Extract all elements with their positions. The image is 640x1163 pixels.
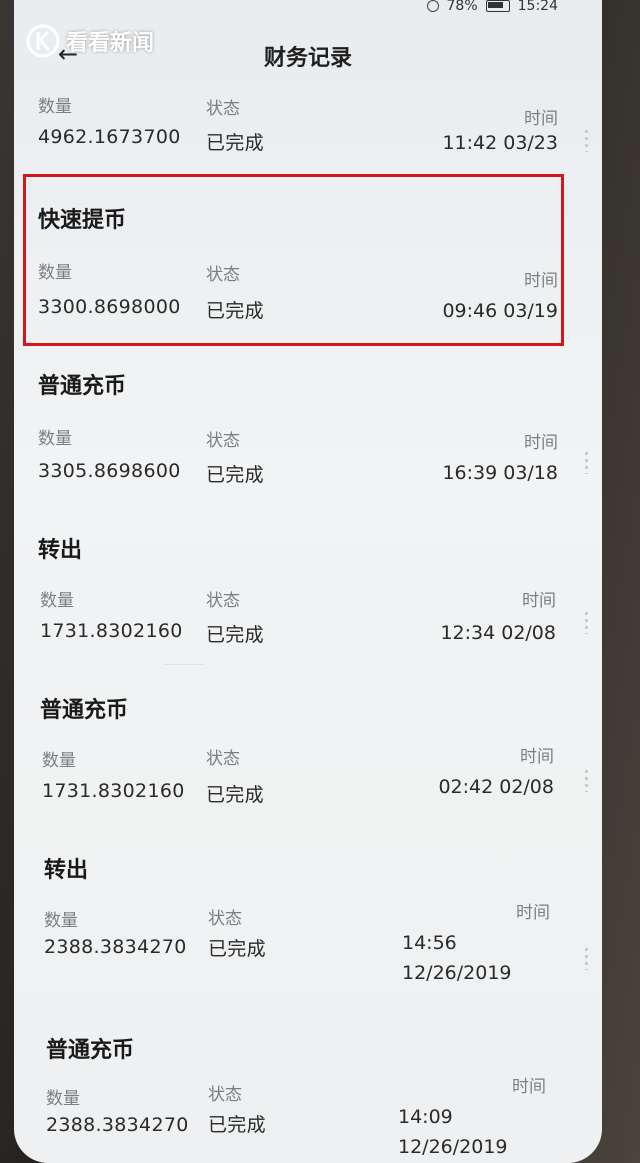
status-value: 已完成 bbox=[206, 464, 264, 486]
highlight-box bbox=[23, 174, 564, 346]
record-type: 转出 bbox=[38, 538, 83, 563]
phone-screen: 78% 15:24 ← 财务记录 数量 状态 时间 4962.1673700 已… bbox=[14, 0, 602, 1163]
kankan-logo-icon bbox=[26, 24, 60, 58]
status-value: 已完成 bbox=[206, 624, 264, 646]
time-value-line1: 14:56 bbox=[402, 932, 457, 954]
time-label: 时间 bbox=[516, 903, 550, 923]
time-label: 时间 bbox=[524, 433, 558, 453]
status-value: 已完成 bbox=[206, 132, 264, 154]
time-label: 时间 bbox=[512, 1077, 546, 1097]
amount-label: 数量 bbox=[38, 429, 72, 449]
status-value: 已完成 bbox=[206, 784, 264, 806]
time-label: 时间 bbox=[524, 109, 558, 129]
scroll-dots bbox=[585, 130, 588, 152]
amount-value: 4962.1673700 bbox=[38, 126, 181, 148]
status-value: 已完成 bbox=[208, 938, 266, 960]
record-item[interactable]: 转出 数量 状态 时间 1731.8302160 已完成 12:34 02/08 bbox=[24, 530, 574, 670]
record-item[interactable]: 转出 数量 状态 时间 2388.3834270 已完成 14:56 12/26… bbox=[24, 850, 574, 1000]
amount-value: 2388.3834270 bbox=[44, 936, 187, 958]
scroll-dots bbox=[585, 948, 588, 970]
record-item[interactable]: 普通充币 数量 状态 时间 1731.8302160 已完成 02:42 02/… bbox=[24, 690, 574, 830]
amount-label: 数量 bbox=[44, 911, 78, 931]
time-value: 16:39 03/18 bbox=[442, 462, 558, 484]
amount-label: 数量 bbox=[46, 1089, 80, 1109]
scroll-dots bbox=[585, 452, 588, 474]
scroll-dots bbox=[585, 612, 588, 634]
battery-percent: 78% bbox=[446, 0, 478, 14]
time-value-line2: 12/26/2019 bbox=[402, 962, 512, 984]
battery-icon bbox=[485, 0, 510, 12]
time-value-line2: 12/26/2019 bbox=[398, 1136, 508, 1158]
time-value: 02:42 02/08 bbox=[438, 776, 554, 798]
time-value: 12:34 02/08 bbox=[440, 622, 556, 644]
amount-label: 数量 bbox=[38, 97, 72, 117]
record-type: 普通充币 bbox=[46, 1038, 135, 1063]
status-label: 状态 bbox=[206, 749, 240, 769]
amount-value: 1731.8302160 bbox=[42, 780, 185, 802]
divider bbox=[164, 664, 204, 665]
status-value: 已完成 bbox=[208, 1114, 266, 1136]
status-clock: 15:24 bbox=[517, 0, 558, 14]
amount-label: 数量 bbox=[42, 751, 76, 771]
status-label: 状态 bbox=[206, 591, 240, 611]
amount-label: 数量 bbox=[40, 591, 74, 611]
record-item[interactable]: 普通充币 数量 状态 时间 3305.8698600 已完成 16:39 03/… bbox=[24, 366, 574, 506]
record-type: 转出 bbox=[44, 858, 89, 883]
time-value-line1: 14:09 bbox=[398, 1106, 453, 1128]
time-value: 14:09 12/26/2019 bbox=[398, 1102, 508, 1162]
record-item[interactable]: 普通充币 数量 状态 时间 2388.3834270 已完成 14:09 12/… bbox=[24, 1030, 574, 1163]
status-bar: 78% 15:24 bbox=[14, 0, 602, 18]
time-value: 14:56 12/26/2019 bbox=[402, 928, 512, 988]
alarm-icon bbox=[426, 0, 439, 12]
record-type: 普通充币 bbox=[40, 698, 129, 723]
time-label: 时间 bbox=[522, 591, 556, 611]
watermark-text: 看看新闻 bbox=[66, 31, 155, 56]
record-type: 普通充币 bbox=[38, 374, 127, 399]
amount-value: 3305.8698600 bbox=[38, 460, 181, 482]
status-label: 状态 bbox=[208, 909, 242, 929]
time-value: 11:42 03/23 bbox=[442, 132, 558, 154]
watermark: 看看新闻 bbox=[26, 24, 154, 58]
scroll-dots bbox=[585, 770, 588, 792]
amount-value: 2388.3834270 bbox=[46, 1114, 189, 1136]
status-label: 状态 bbox=[208, 1085, 242, 1105]
status-bar-right: 78% 15:24 bbox=[426, 0, 558, 14]
phone-frame: 78% 15:24 ← 财务记录 数量 状态 时间 4962.1673700 已… bbox=[0, 0, 640, 1163]
record-item[interactable]: 数量 状态 时间 4962.1673700 已完成 11:42 03/23 bbox=[24, 92, 574, 172]
time-label: 时间 bbox=[520, 747, 554, 767]
status-label: 状态 bbox=[206, 431, 240, 451]
amount-value: 1731.8302160 bbox=[40, 620, 183, 642]
status-label: 状态 bbox=[206, 99, 240, 119]
